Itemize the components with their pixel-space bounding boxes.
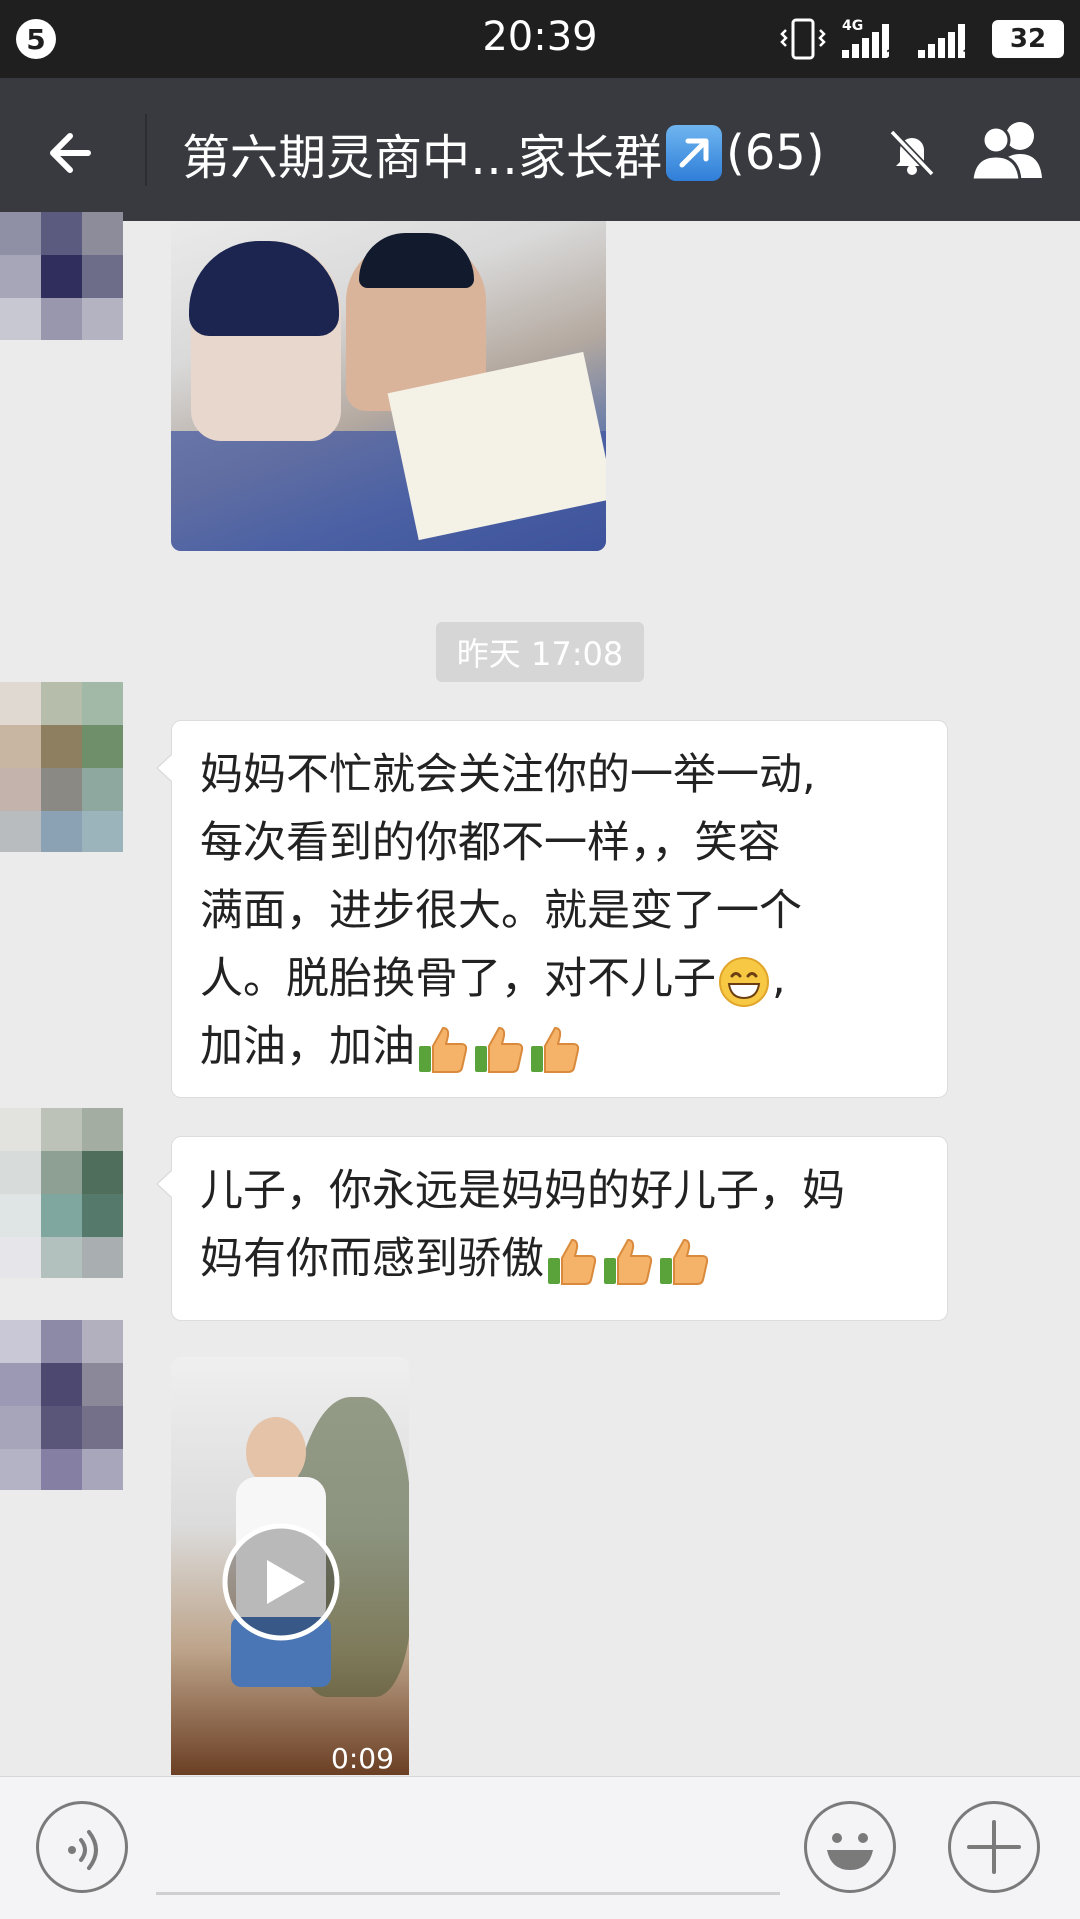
video-message[interactable]: 0:09 (171, 1357, 409, 1775)
member-count: (65) (726, 125, 825, 181)
thumbs-up-emoji-icon (660, 1238, 709, 1285)
sender-avatar[interactable] (0, 682, 146, 852)
emoji-face-icon[interactable] (804, 1801, 896, 1893)
message-line: 人。脱胎换骨了，对不儿子 , (200, 945, 919, 1013)
play-icon[interactable] (221, 1522, 341, 1642)
vibrate-icon (780, 18, 826, 60)
header-divider (145, 114, 147, 186)
shared-photo[interactable] (171, 221, 606, 551)
message-line: 每次看到的你都不一样，，笑容 (200, 818, 781, 868)
video-duration: 0:09 (331, 1742, 394, 1775)
thumbs-up-emoji-icon (419, 1026, 468, 1073)
message-bubble[interactable]: 儿子，你永远是妈妈的好儿子，妈 妈有你而感到骄傲 (156, 1136, 948, 1321)
plus-icon[interactable] (948, 1801, 1040, 1893)
input-bar (0, 1776, 1080, 1919)
group-name: 第六期灵商中…家长群 (182, 130, 663, 186)
sim1-label: 2 (886, 48, 896, 62)
signal-sim1-icon: 4G 2 (842, 18, 896, 62)
sender-avatar[interactable] (0, 1320, 146, 1490)
message-timestamp: 昨天 17:08 (436, 622, 644, 682)
chat-title: 第六期灵商中…家长群 (65) (182, 118, 825, 188)
thumbs-up-emoji-icon (475, 1026, 524, 1073)
group-members-icon[interactable] (962, 116, 1052, 186)
grin-emoji-icon (719, 956, 769, 1007)
chat-header: 第六期灵商中…家长群 (65) (0, 78, 1080, 221)
voice-icon[interactable] (36, 1801, 128, 1893)
battery-indicator: 32 (992, 20, 1064, 58)
message-input[interactable] (156, 1892, 780, 1895)
thumbs-up-emoji-icon (604, 1238, 653, 1285)
status-icons: 4G 2 1 32 (780, 14, 1064, 64)
back-arrow-icon[interactable] (40, 118, 110, 188)
network-type-label: 4G (842, 18, 863, 34)
signal-sim2-icon: 1 (918, 24, 972, 62)
message-line: 加油，加油 (200, 1013, 919, 1081)
message-line: 妈有你而感到骄傲 (200, 1225, 919, 1293)
message-line: 儿子，你永远是妈妈的好儿子，妈 (200, 1166, 845, 1216)
status-bar: 5 20:39 4G 2 1 32 (0, 0, 1080, 78)
thumbs-up-emoji-icon (531, 1026, 580, 1073)
message-bubble[interactable]: 妈妈不忙就会关注你的一举一动, 每次看到的你都不一样，，笑容 满面，进步很大。就… (156, 720, 948, 1098)
sender-avatar[interactable] (0, 1108, 146, 1278)
thumbs-up-emoji-icon (548, 1238, 597, 1285)
share-arrow-icon (666, 125, 723, 181)
mute-bell-icon (889, 129, 935, 177)
message-line: 妈妈不忙就会关注你的一举一动, (200, 750, 816, 800)
sender-avatar[interactable] (0, 212, 146, 340)
message-line: 满面，进步很大。就是变了一个 (200, 886, 802, 936)
sim2-label: 1 (962, 48, 972, 62)
